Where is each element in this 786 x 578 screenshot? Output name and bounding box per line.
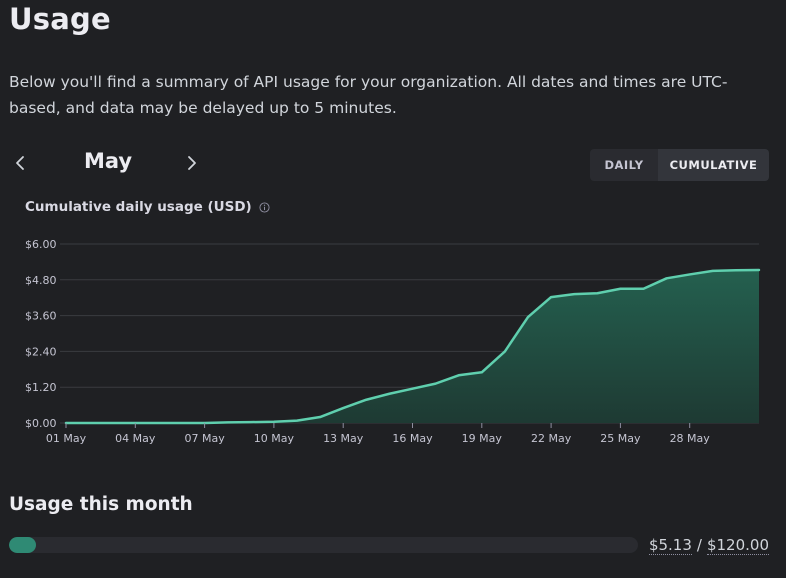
usage-limit-amount: $120.00 — [706, 536, 769, 555]
usage-month-title: Usage this month — [9, 494, 193, 515]
cumulative-toggle-button[interactable]: CUMULATIVE — [658, 149, 769, 181]
y-tick-label: $1.20 — [25, 381, 57, 394]
x-tick-label: 19 May — [462, 432, 503, 445]
daily-toggle-button[interactable]: DAILY — [590, 149, 658, 181]
chart-title-text: Cumulative daily usage (USD) — [25, 199, 252, 215]
month-label: May — [84, 149, 133, 173]
x-tick-label: 13 May — [323, 432, 364, 445]
x-tick-label: 16 May — [392, 432, 433, 445]
chevron-right-icon[interactable] — [180, 151, 204, 175]
page-title: Usage — [9, 2, 111, 36]
x-tick-label: 10 May — [254, 432, 295, 445]
usage-amount: $5.13 / $120.00 — [648, 536, 769, 555]
usage-progress-fill — [9, 537, 36, 553]
info-icon[interactable] — [259, 201, 270, 213]
chart-title: Cumulative daily usage (USD) — [25, 199, 270, 215]
usage-progress-bar — [9, 537, 638, 553]
y-tick-label: $0.00 — [25, 417, 57, 430]
y-tick-label: $6.00 — [25, 238, 57, 251]
month-navigation: May — [0, 145, 240, 181]
chevron-left-icon[interactable] — [8, 151, 32, 175]
y-tick-label: $3.60 — [25, 310, 57, 323]
page-description: Below you'll find a summary of API usage… — [9, 73, 728, 117]
x-tick-label: 28 May — [670, 432, 711, 445]
usage-separator: / — [696, 536, 702, 554]
y-tick-label: $2.40 — [25, 345, 57, 358]
usage-area — [66, 269, 759, 423]
x-tick-label: 22 May — [531, 432, 572, 445]
view-toggle: DAILY CUMULATIVE — [590, 149, 769, 181]
y-tick-label: $4.80 — [25, 274, 57, 287]
x-tick-label: 07 May — [184, 432, 225, 445]
x-tick-label: 04 May — [115, 432, 156, 445]
x-tick-label: 25 May — [600, 432, 641, 445]
x-tick-label: 01 May — [46, 432, 87, 445]
usage-chart: $0.00 $1.20 $2.40 $3.60 $4.80 $6.00 01 May 04 M… — [25, 238, 761, 445]
usage-used-amount: $5.13 — [648, 536, 692, 555]
